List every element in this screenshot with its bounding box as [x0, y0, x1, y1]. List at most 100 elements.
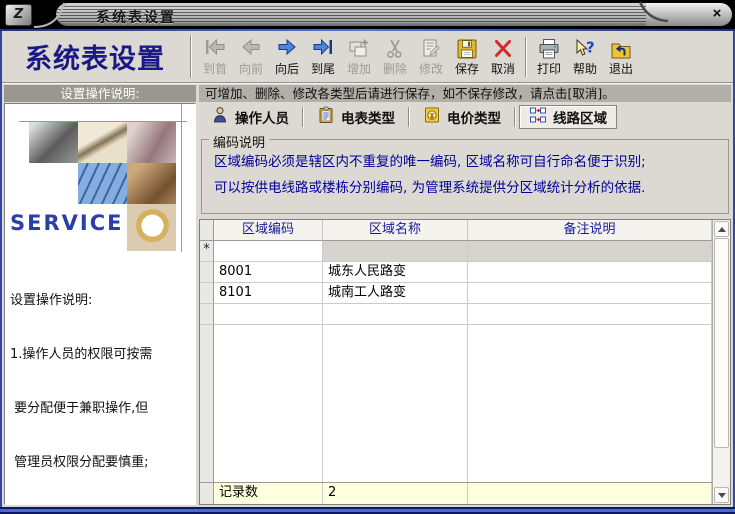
main-pane: 可增加、删除、修改各类型后请进行保存，如不保存修改，请点击[取消]。 操作人员	[196, 84, 733, 507]
table-footer-row: 记录数 2	[200, 482, 712, 504]
toolbar-button-last[interactable]: 到尾	[305, 33, 341, 80]
region-table-grid: 区域编码 区域名称 备注说明 * 8001	[200, 220, 712, 504]
toolbar-label: 退出	[609, 63, 633, 76]
app-window: Z 系统表设置 × 系统表设置 到首	[0, 0, 735, 514]
cancel-x-icon	[491, 38, 515, 63]
vertical-scrollbar[interactable]	[712, 220, 730, 504]
user-icon	[211, 106, 229, 128]
svg-text:?: ?	[586, 38, 595, 56]
window-bottom-frame	[0, 507, 735, 514]
photo-pocket-watch	[127, 204, 176, 251]
cell-region-name[interactable]: 城东人民路变	[323, 262, 468, 283]
next-record-icon	[275, 38, 299, 63]
toolbar-button-help[interactable]: ? 帮助	[567, 33, 603, 80]
toolbar-label: 删除	[383, 63, 407, 76]
cell-region-code[interactable]: 8001	[214, 262, 323, 283]
page-title: 系统表设置	[2, 31, 188, 82]
toolbar-label: 打印	[537, 63, 561, 76]
toolbar-label: 保存	[455, 63, 479, 76]
empty-cell[interactable]	[468, 304, 712, 325]
tab-label: 电价类型	[447, 107, 501, 127]
toolbar-button-save[interactable]: 保存	[449, 33, 485, 80]
table-row[interactable]: 8001 城东人民路变	[200, 262, 712, 283]
table-new-row[interactable]: *	[200, 241, 712, 262]
tab-label: 电表类型	[341, 107, 395, 127]
help-cursor-icon: ?	[573, 38, 597, 63]
new-row-marker: *	[200, 241, 214, 262]
tab-line-areas[interactable]: 线路区域	[519, 105, 617, 129]
tab-price-types[interactable]: 电价类型	[413, 105, 511, 129]
service-collage-image: SERVICE	[5, 104, 195, 254]
cell-remarks[interactable]	[468, 283, 712, 304]
scroll-up-button[interactable]	[714, 221, 729, 237]
table-filler-area	[200, 325, 712, 482]
toolbar-button-exit[interactable]: 退出	[603, 33, 639, 80]
tab-separator	[514, 107, 516, 127]
content-area: 设置操作说明: SERVICE 设置操作说明:	[2, 84, 733, 507]
photo-stapler	[29, 122, 78, 163]
separator	[190, 35, 192, 78]
photo-gloves	[127, 163, 176, 204]
toolbar-label: 向前	[239, 63, 263, 76]
toolbar-label: 向后	[275, 63, 299, 76]
column-header-remarks[interactable]: 备注说明	[468, 220, 712, 241]
toolbar-label: 帮助	[573, 63, 597, 76]
exit-folder-icon	[609, 38, 633, 63]
tab-separator	[408, 107, 410, 127]
table-empty-row[interactable]	[200, 304, 712, 325]
new-row-remarks-cell[interactable]	[468, 241, 712, 262]
scroll-thumb[interactable]	[714, 238, 729, 448]
empty-cell[interactable]	[214, 304, 323, 325]
row-selector[interactable]	[200, 304, 214, 325]
save-floppy-icon	[455, 38, 479, 63]
network-squares-icon	[529, 106, 547, 128]
toolbar-label: 到尾	[311, 63, 335, 76]
sidebar-panel: SERVICE 设置操作说明: 1.操作人员的权限可按需 要分配便于兼职操作,但…	[4, 103, 196, 505]
tab-label: 线路区域	[553, 107, 607, 127]
sidebar: 设置操作说明: SERVICE 设置操作说明:	[2, 84, 196, 507]
cell-region-name[interactable]: 城南工人路变	[323, 283, 468, 304]
filler-cell	[468, 325, 712, 482]
toolbar-button-prev[interactable]: 向前	[233, 33, 269, 80]
column-header-region-code[interactable]: 区域编码	[214, 220, 323, 241]
toolbar-button-modify[interactable]: 修改	[413, 33, 449, 80]
row-selector[interactable]	[200, 283, 214, 304]
coding-notes-groupbox: 编码说明 区域编码必须是辖区内不重复的唯一编码, 区域名称可自行命名便于识别; …	[201, 139, 729, 214]
selector-header-cell	[200, 220, 214, 241]
toolbar-button-next[interactable]: 向后	[269, 33, 305, 80]
up-arrow-icon	[718, 227, 726, 232]
scroll-down-button[interactable]	[714, 487, 729, 503]
toolbar-button-print[interactable]: 打印	[531, 33, 567, 80]
collage-crosshair-v	[181, 104, 182, 252]
empty-cell[interactable]	[323, 304, 468, 325]
last-record-icon	[311, 38, 335, 63]
price-book-icon	[423, 106, 441, 128]
hint-bar: 可增加、删除、修改各类型后请进行保存，如不保存修改，请点击[取消]。	[199, 85, 731, 102]
cell-region-code[interactable]: 8101	[214, 283, 323, 304]
header-band: 系统表设置 到首 向前	[2, 31, 733, 83]
close-button[interactable]: ×	[708, 5, 726, 23]
toolbar: 到首 向前 向后	[194, 31, 733, 82]
titlebar-stripes: 系统表设置	[56, 3, 648, 26]
instructions-block: 设置操作说明: 1.操作人员的权限可按需 要分配便于兼职操作,但 管理员权限分配…	[5, 254, 195, 505]
tab-meter-types[interactable]: 电表类型	[307, 105, 405, 129]
column-header-region-name[interactable]: 区域名称	[323, 220, 468, 241]
cell-remarks[interactable]	[468, 262, 712, 283]
row-selector[interactable]	[200, 262, 214, 283]
new-row-code-cell[interactable]	[214, 241, 323, 262]
tab-operators[interactable]: 操作人员	[201, 105, 299, 129]
table-header-row: 区域编码 区域名称 备注说明	[200, 220, 712, 241]
region-table: 区域编码 区域名称 备注说明 * 8001	[199, 219, 731, 505]
groupbox-legend: 编码说明	[209, 132, 269, 151]
toolbar-button-delete[interactable]: 删除	[377, 33, 413, 80]
toolbar-button-first[interactable]: 到首	[197, 33, 233, 80]
first-record-icon	[203, 38, 227, 63]
sidebar-header: 设置操作说明:	[4, 85, 196, 102]
tab-separator	[302, 107, 304, 127]
toolbar-button-add[interactable]: 增加	[341, 33, 377, 80]
toolbar-button-cancel[interactable]: 取消	[485, 33, 521, 80]
table-row[interactable]: 8101 城南工人路变	[200, 283, 712, 304]
filler-cell	[323, 325, 468, 482]
window-title: 系统表设置	[96, 7, 176, 27]
new-row-name-cell[interactable]	[323, 241, 468, 262]
